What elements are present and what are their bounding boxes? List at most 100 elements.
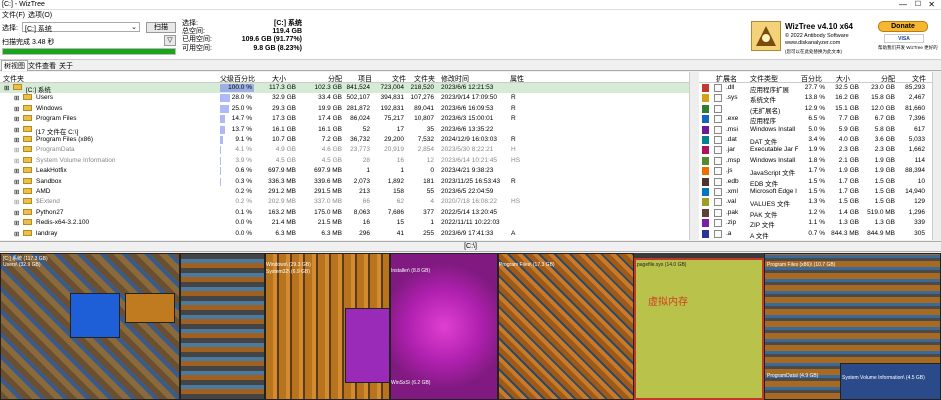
expand-icon[interactable]: ⊞ <box>4 84 9 92</box>
tm-program-files[interactable] <box>498 253 634 400</box>
folder-folders: 255 <box>423 229 434 237</box>
parent-pct: 14.7 % <box>231 115 252 123</box>
expand-icon[interactable]: ⊞ <box>14 178 19 186</box>
file-type-icon <box>714 188 722 196</box>
tree-row[interactable]: ⊞ Python27 0.1 % 163.2 MB 175.0 MB 8,063 7,686… <box>0 208 689 218</box>
scan-button[interactable]: 扫描 <box>146 22 176 33</box>
tm-users-orange[interactable] <box>125 293 175 323</box>
tm-windows-a[interactable] <box>180 253 265 400</box>
folder-alloc: 33.4 GB <box>318 94 342 102</box>
expand-icon[interactable]: ⊞ <box>14 115 19 123</box>
parent-pct: 25.0 % <box>231 104 252 112</box>
folder-items: 86,024 <box>350 115 370 123</box>
tree-row[interactable]: ⊞ Program Files (x86) 9.1 % 10.7 GB 7.2 GB 36… <box>0 135 689 145</box>
ext-pct: 1.2 % <box>808 208 825 216</box>
ext-row[interactable]: .a A 文件 0.7 % 844.3 MB 844.9 MB 305 <box>699 229 932 240</box>
folder-modified: 2022/11/11 10:22:03 <box>441 219 500 227</box>
ext-row[interactable]: .val VALUES 文件 1.3 % 1.5 GB 1.5 GB 129 <box>699 197 932 208</box>
tree-row[interactable]: ⊞ Sandbox 0.3 % 336.3 MB 339.6 MB 2,073 1,892 1… <box>0 177 689 187</box>
ext-row[interactable]: .dll 应用程序扩展 27.7 % 32.5 GB 23.0 GB 85,293 <box>699 83 932 94</box>
tree-row[interactable]: ⊞ Program Files 14.7 % 17.3 GB 17.4 GB 86,024… <box>0 114 689 124</box>
expand-icon[interactable]: ⊞ <box>14 157 19 165</box>
expand-icon[interactable]: ⊞ <box>14 94 19 102</box>
tab-about[interactable]: 关于 <box>57 61 75 71</box>
tree-row[interactable]: ⊞ Users 28.0 % 32.9 GB 33.4 GB 502,107 394,831… <box>0 93 689 103</box>
tree-row[interactable]: ⊞ LeakHotfix 0.6 % 697.9 MB 697.9 MB 1 1 0 2023/… <box>0 166 689 176</box>
ext-row[interactable]: .xml Microsoft Edge I 1.5 % 1.7 GB 1.5 GB 14,… <box>699 187 932 197</box>
parent-pct: 0.1 % <box>235 208 252 216</box>
tree-row[interactable]: ⊞ Redis-x64-3.2.100 0.0 % 21.4 MB 21.5 MB 16 1… <box>0 218 689 228</box>
treemap[interactable]: [C:] 系统 (117.3 GB) Users\ (32.9 GB) Wind… <box>0 253 941 400</box>
ext-pct: 1.5 % <box>808 177 825 185</box>
folder-files: 394,831 <box>380 94 405 102</box>
file-type-icon <box>714 156 722 165</box>
ext-row[interactable]: .zip ZIP 文件 1.1 % 1.3 GB 1.3 GB 339 <box>699 218 932 229</box>
tree-row[interactable]: ⊞ Windows 25.0 % 29.3 GB 19.9 GB 281,872 192,8… <box>0 104 689 114</box>
expand-icon[interactable]: ⊞ <box>14 126 19 134</box>
tree-row[interactable]: ⊞ ProgramData 4.1 % 4.9 GB 4.6 GB 23,773 20,91… <box>0 145 689 155</box>
ext-row[interactable]: .sys 系统文件 13.8 % 16.2 GB 15.8 GB 2,467 <box>699 93 932 104</box>
tree-row[interactable]: ⊞ AMD 0.2 % 291.2 MB 291.5 MB 213 158 55 2023/6/… <box>0 187 689 197</box>
tm-users-blue[interactable] <box>70 293 120 338</box>
tab-file-view[interactable]: 文件查看 <box>26 61 58 71</box>
tm-windows-purple[interactable] <box>345 308 390 383</box>
close-icon[interactable]: ✕ <box>928 0 935 9</box>
ext-pct: 12.9 % <box>804 104 825 112</box>
ext-row[interactable]: .msi Windows Install 5.0 % 5.9 GB 5.8 GB 617 <box>699 125 932 135</box>
tm-pagefile[interactable] <box>634 258 764 400</box>
expand-icon[interactable]: ⊞ <box>14 146 19 154</box>
brand-site[interactable]: www.diskanalyzer.com <box>785 40 840 46</box>
expand-icon[interactable]: ⊞ <box>14 188 19 196</box>
ext-color-swatch <box>702 104 709 113</box>
ext-alloc: 3.6 GB <box>874 136 895 143</box>
tree-row[interactable]: ⊞ landray 0.0 % 6.3 MB 6.3 MB 296 41 255 2023/6/… <box>0 229 689 239</box>
maximize-icon[interactable]: ☐ <box>915 0 921 8</box>
ext-row[interactable]: .pak PAK 文件 1.2 % 1.4 GB 519.0 MB 1,296 <box>699 208 932 219</box>
folder-alloc: 17.4 GB <box>318 115 342 123</box>
tree-row[interactable]: ⊞ System Volume Information 3.9 % 4.5 GB 4.5… <box>0 156 689 166</box>
folder-size: 29.3 GB <box>272 104 296 112</box>
ext-row[interactable]: .exe 应用程序 6.5 % 7.7 GB 6.7 GB 7,396 <box>699 114 932 125</box>
ext-scrollbar[interactable] <box>932 72 941 240</box>
minimize-icon[interactable]: — <box>899 0 907 9</box>
ext-row[interactable]: .dat DAT 文件 3.4 % 4.0 GB 3.6 GB 5,033 <box>699 135 932 146</box>
ext-name: .edb <box>726 177 739 185</box>
ext-files: 81,660 <box>905 104 925 112</box>
extension-list[interactable]: .dll 应用程序扩展 27.7 % 32.5 GB 23.0 GB 85,293 .sys… <box>699 83 932 240</box>
expand-icon[interactable]: ⊞ <box>14 167 19 175</box>
ext-row[interactable]: .msp Windows Install 1.8 % 2.1 GB 1.9 GB 114 <box>699 156 932 166</box>
folder-tree[interactable]: ⊞ [C:] 系统 100.0 % 117.3 GB 102.3 GB 841,524 72… <box>0 83 689 240</box>
expand-icon[interactable]: ⊞ <box>14 105 19 113</box>
folder-folders: 181 <box>423 177 434 185</box>
folder-folders: 1 <box>430 219 434 227</box>
expand-icon[interactable]: ⊞ <box>14 230 19 238</box>
expand-icon[interactable]: ⊞ <box>14 198 19 206</box>
donate-button[interactable]: Donate <box>878 21 928 32</box>
expand-icon[interactable]: ⊞ <box>14 209 19 217</box>
ext-row[interactable]: (无扩展名) 12.9 % 15.1 GB 12.0 GB 81,660 <box>699 104 932 115</box>
tree-row[interactable]: ⊞ $Extend 0.2 % 202.9 MB 337.0 MB 66 62 4 2020/7… <box>0 197 689 207</box>
tree-row[interactable]: ⊞ [C:] 系统 100.0 % 117.3 GB 102.3 GB 841,524 72… <box>0 83 689 94</box>
filter-button[interactable]: ▽ <box>164 35 176 46</box>
parent-pct: 4.1 % <box>235 146 252 154</box>
scan-status: 扫描完成 3.48 秒 <box>2 39 55 46</box>
ext-alloc: 519.0 MB <box>867 208 895 216</box>
brand-copyright: © 2022 Antibody Software <box>785 33 849 39</box>
drive-select[interactable]: [C:] 系统 ⌄ <box>22 22 140 33</box>
expand-icon[interactable]: ⊞ <box>14 219 19 227</box>
tree-scrollbar[interactable] <box>689 72 698 240</box>
ext-size: 1.5 GB <box>838 198 859 206</box>
ext-row[interactable]: .edb EDB 文件 1.5 % 1.7 GB 1.5 GB 10 <box>699 177 932 188</box>
tree-row[interactable]: ⊞ [17 文件在 C:\] 13.7 % 16.1 GB 16.1 GB 52 17 35 2… <box>0 125 689 136</box>
tab-tree-view[interactable]: 树视图 <box>1 60 28 71</box>
ext-color-swatch <box>702 156 709 165</box>
toolbar: 选择: [C:] 系统 ⌄ 扫描 扫描完成 3.48 秒 ▽ 选择: 总空间: … <box>0 19 941 60</box>
tm-svi[interactable] <box>840 363 941 400</box>
ext-row[interactable]: .jar Executable Jar Fi 1.9 % 2.3 GB 2.3 GB 1,… <box>699 145 932 155</box>
expand-icon[interactable]: ⊞ <box>14 136 19 144</box>
ext-row[interactable]: .js JavaScript 文件 1.7 % 1.9 GB 1.9 GB 88,394 <box>699 166 932 177</box>
tm-installer[interactable] <box>390 253 498 400</box>
ext-name: .msp <box>726 156 741 164</box>
folder-size: 117.3 GB <box>269 84 296 91</box>
tm-label-program-files-x86: Program Files (x86)\ (10.7 GB) <box>767 262 836 268</box>
